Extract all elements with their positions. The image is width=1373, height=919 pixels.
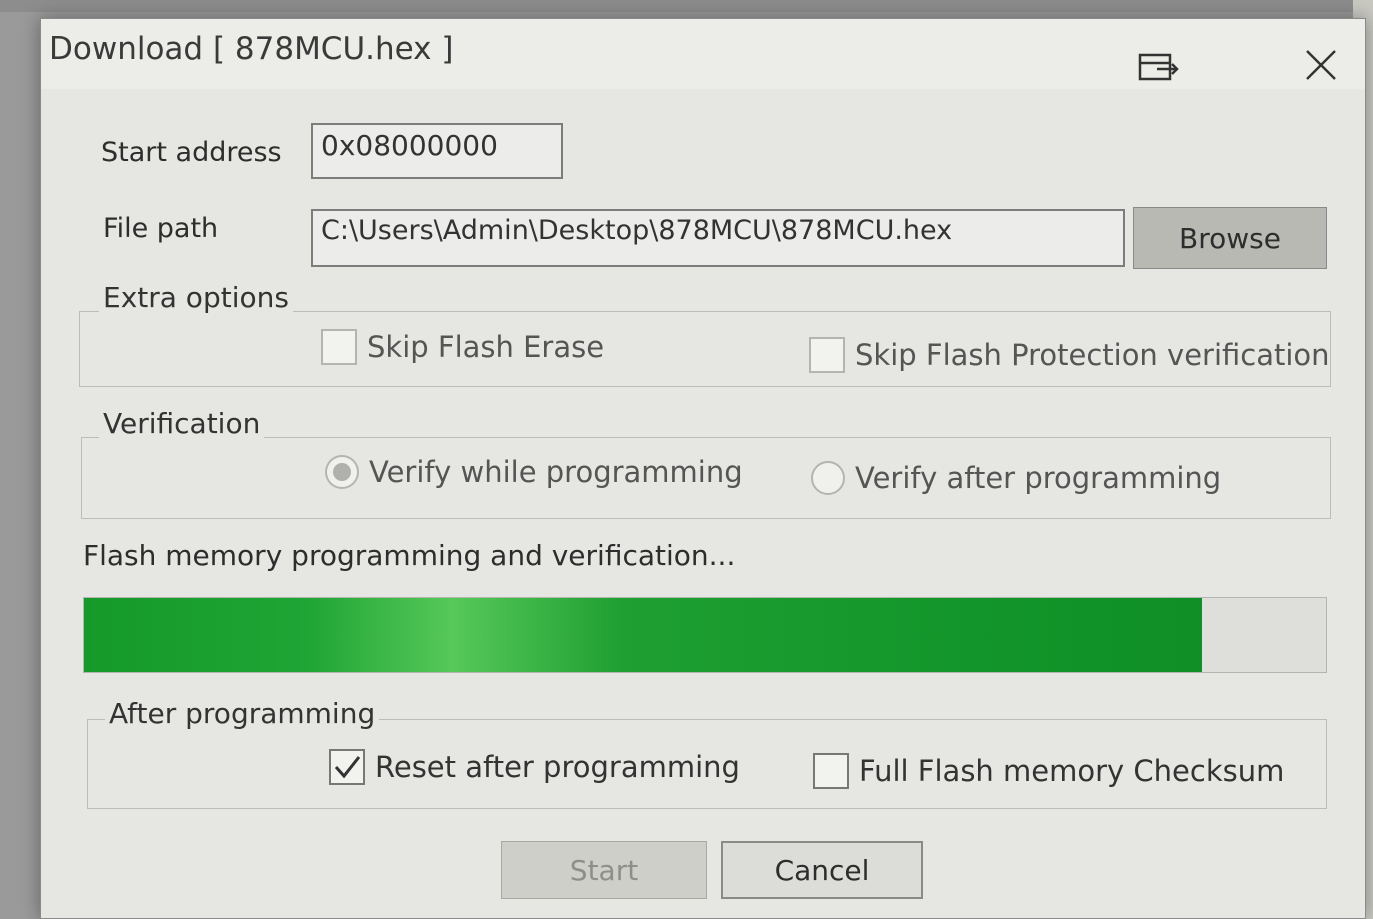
close-icon (1304, 48, 1338, 91)
download-dialog: Download [ 878MCU.hex ] Start address 0x… (40, 18, 1366, 919)
radio-button-unselected (811, 461, 845, 495)
reset-after-programming-label: Reset after programming (375, 750, 740, 784)
file-path-label: File path (103, 213, 219, 244)
start-address-input[interactable]: 0x08000000 (311, 123, 563, 179)
restore-button[interactable] (1131, 47, 1187, 91)
progress-bar (83, 597, 1327, 673)
checkbox-box-checked (329, 749, 365, 785)
progress-bar-fill (84, 598, 1202, 672)
after-programming-legend: After programming (105, 697, 380, 730)
verify-while-programming-radio[interactable]: Verify while programming (325, 455, 743, 489)
full-flash-checksum-label: Full Flash memory Checksum (859, 754, 1285, 788)
skip-flash-erase-label: Skip Flash Erase (367, 330, 605, 364)
extra-options-legend: Extra options (99, 281, 293, 314)
browse-button[interactable]: Browse (1133, 207, 1327, 269)
skip-flash-protection-label: Skip Flash Protection verification (855, 338, 1330, 372)
checkmark-icon (334, 756, 361, 779)
start-button[interactable]: Start (501, 841, 707, 899)
radio-button-selected (325, 455, 359, 489)
verify-while-programming-label: Verify while programming (369, 455, 743, 489)
close-button[interactable] (1293, 47, 1349, 91)
progress-status-text: Flash memory programming and verificatio… (83, 539, 736, 572)
reset-after-programming-checkbox[interactable]: Reset after programming (329, 749, 740, 785)
checkbox-box (809, 337, 845, 373)
start-address-label: Start address (101, 137, 282, 168)
file-path-input[interactable]: C:\Users\Admin\Desktop\878MCU\878MCU.hex (311, 209, 1125, 267)
desktop-background-top (0, 0, 1373, 12)
window-restore-icon (1137, 52, 1181, 86)
full-flash-checksum-checkbox[interactable]: Full Flash memory Checksum (813, 753, 1284, 789)
verify-after-programming-label: Verify after programming (855, 461, 1222, 495)
checkbox-box (813, 753, 849, 789)
checkbox-box (321, 329, 357, 365)
verification-legend: Verification (99, 407, 265, 440)
window-title: Download [ 878MCU.hex ] (49, 31, 454, 67)
skip-flash-protection-checkbox[interactable]: Skip Flash Protection verification (809, 337, 1330, 373)
cancel-button[interactable]: Cancel (721, 841, 923, 899)
verify-after-programming-radio[interactable]: Verify after programming (811, 461, 1221, 495)
skip-flash-erase-checkbox[interactable]: Skip Flash Erase (321, 329, 604, 365)
title-bar: Download [ 878MCU.hex ] (41, 19, 1365, 89)
